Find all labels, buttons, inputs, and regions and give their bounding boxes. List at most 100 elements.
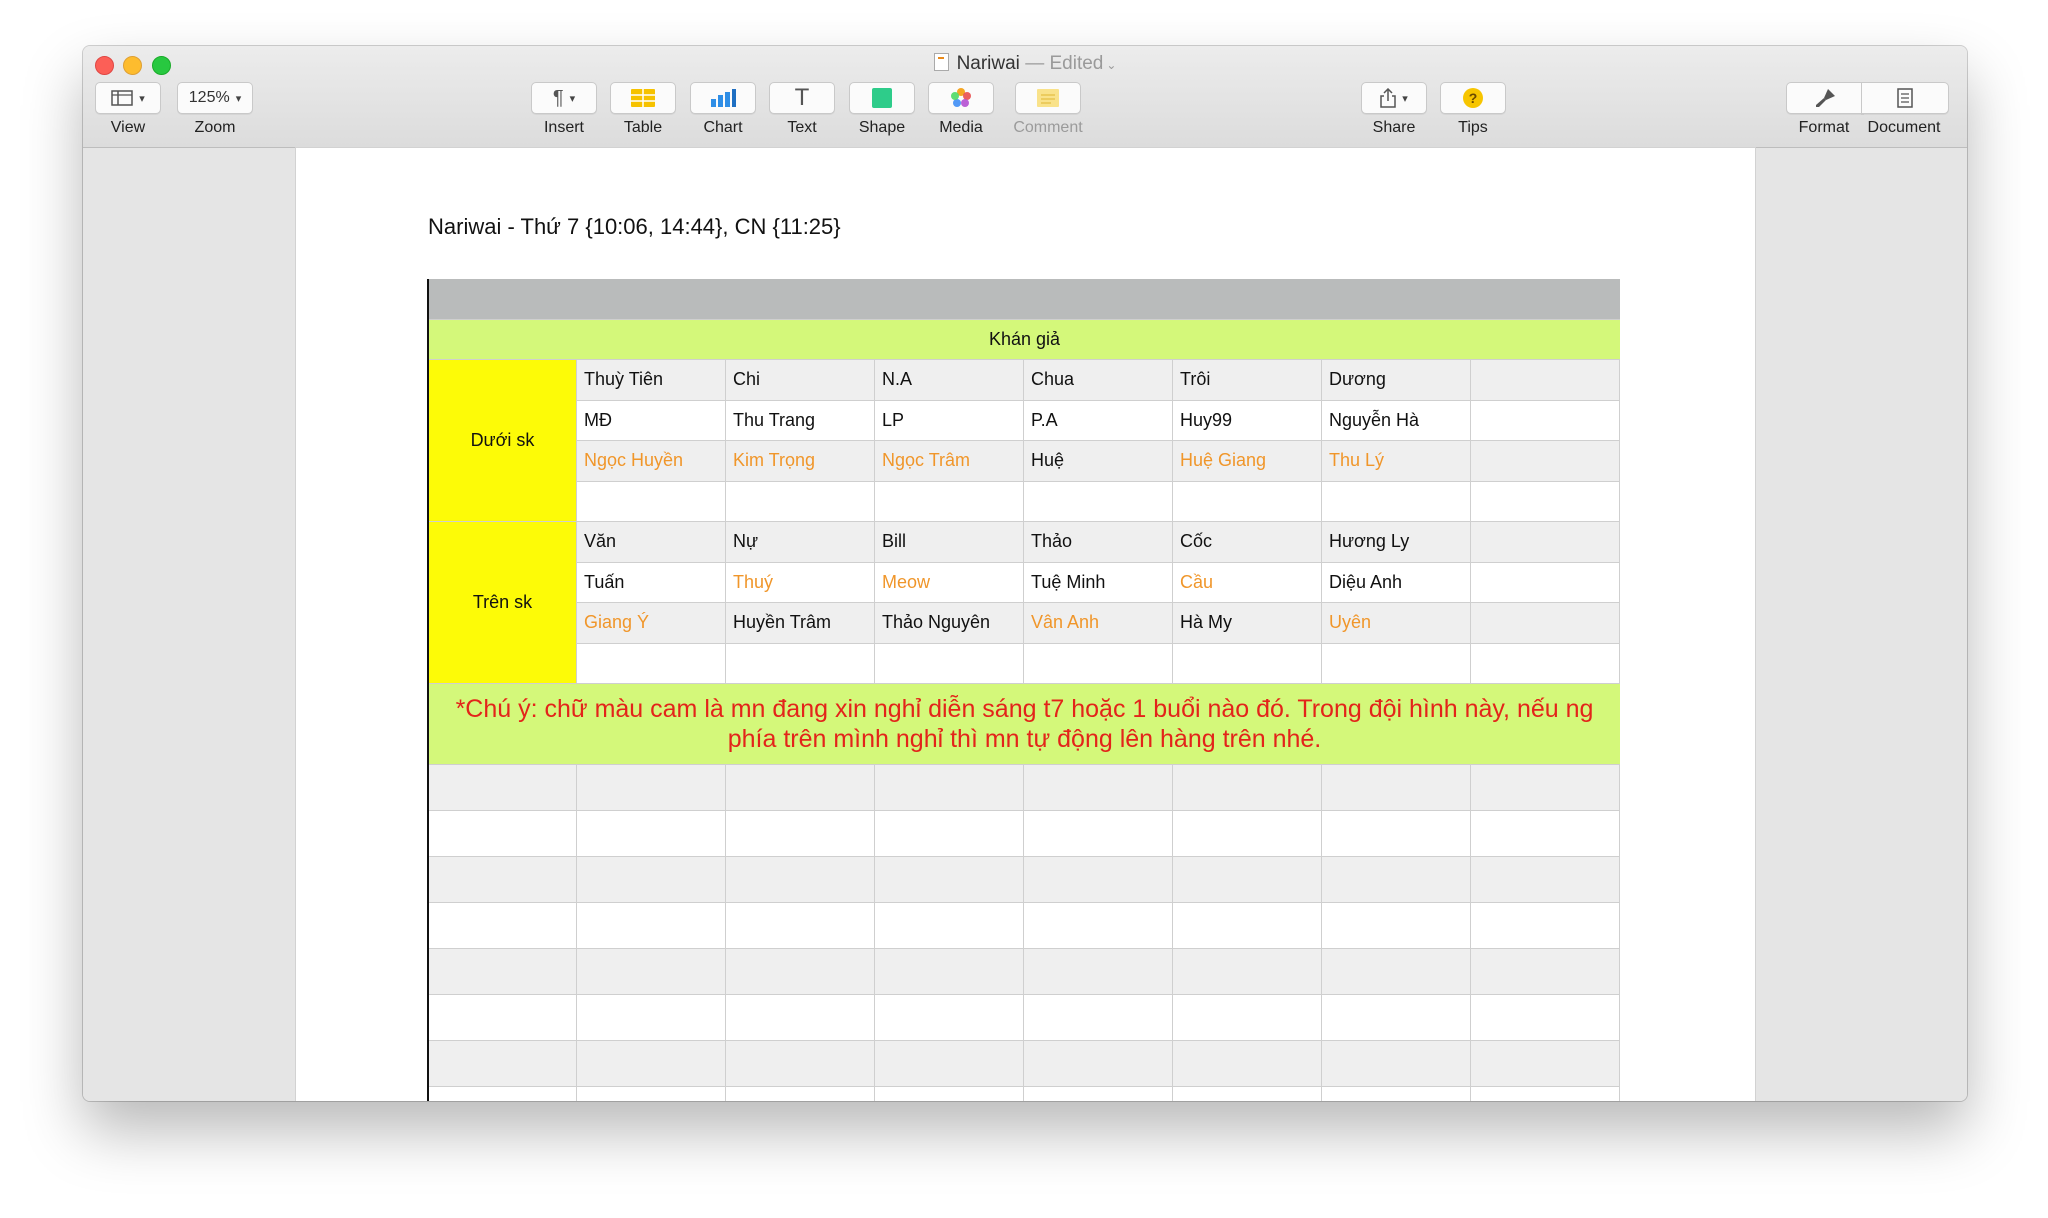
table-cell[interactable] — [726, 1041, 875, 1086]
table-cell[interactable]: P.A — [1024, 400, 1173, 440]
table-cell[interactable] — [1173, 765, 1322, 810]
zoom-tool[interactable]: 125% ▾ Zoom — [177, 82, 253, 137]
table-cell[interactable]: Thảo Nguyên — [875, 603, 1024, 643]
table-cell[interactable] — [875, 481, 1024, 521]
table-cell[interactable] — [577, 765, 726, 810]
table-cell[interactable] — [429, 995, 577, 1040]
window-title[interactable]: Nariwai — Edited ⌄ — [83, 53, 1967, 75]
table-cell[interactable] — [577, 1087, 726, 1101]
table-note[interactable]: *Chú ý: chữ màu cam là mn đang xin nghỉ … — [429, 684, 1620, 765]
table-cell[interactable]: Chi — [726, 360, 875, 400]
table-row[interactable] — [429, 1041, 1620, 1087]
table-cell[interactable] — [726, 481, 875, 521]
table-cell[interactable] — [1322, 903, 1471, 948]
share-tool[interactable]: ▾ Share — [1361, 82, 1427, 137]
table-cell[interactable] — [875, 1087, 1024, 1101]
document-heading[interactable]: Nariwai - Thứ 7 {10:06, 14:44}, CN {11:2… — [428, 214, 841, 240]
table-cell[interactable] — [429, 903, 577, 948]
table-cell[interactable] — [429, 949, 577, 994]
table-cell[interactable] — [1471, 811, 1620, 856]
table-row[interactable] — [577, 481, 1620, 522]
table-cell[interactable]: Thảo — [1024, 522, 1173, 562]
table-cell[interactable] — [1024, 765, 1173, 810]
table-cell[interactable] — [1173, 481, 1322, 521]
table-cell[interactable]: Cầu — [1173, 562, 1322, 602]
zoom-select[interactable]: 125% ▾ — [177, 82, 253, 114]
table-cell[interactable] — [1322, 1087, 1471, 1101]
table-cell[interactable] — [1173, 995, 1322, 1040]
table-cell[interactable]: Thu Lý — [1322, 441, 1471, 481]
shape-tool[interactable]: Shape — [849, 82, 915, 137]
table-cell[interactable] — [875, 643, 1024, 683]
table-cell[interactable] — [1471, 903, 1620, 948]
table-cell[interactable] — [1024, 949, 1173, 994]
table-cell[interactable] — [726, 811, 875, 856]
table-cell[interactable]: Meow — [875, 562, 1024, 602]
table-cell[interactable] — [1471, 522, 1620, 562]
table-cell[interactable] — [429, 1087, 577, 1101]
table-row[interactable] — [429, 1087, 1620, 1101]
media-button[interactable] — [928, 82, 994, 114]
table-cell[interactable] — [1173, 903, 1322, 948]
group-label-cell[interactable]: Trên sk — [429, 522, 577, 684]
table-cell[interactable] — [1471, 603, 1620, 643]
table-cell[interactable] — [1024, 643, 1173, 683]
table-cell[interactable]: Thu Trang — [726, 400, 875, 440]
table-cell[interactable] — [1024, 903, 1173, 948]
table-cell[interactable] — [1173, 811, 1322, 856]
section-header-khan-gia[interactable]: Khán giả — [429, 320, 1620, 360]
table-cell[interactable] — [1322, 811, 1471, 856]
table-cell[interactable]: Tuệ Minh — [1024, 562, 1173, 602]
table-cell[interactable]: Hà My — [1173, 603, 1322, 643]
table-cell[interactable] — [1322, 1041, 1471, 1086]
table-header-row[interactable] — [429, 279, 1620, 320]
table-cell[interactable]: Huệ — [1024, 441, 1173, 481]
table-row[interactable] — [429, 765, 1620, 811]
table-row[interactable]: Tuấn Thuý Meow Tuệ Minh Cầu Diệu Anh — [577, 562, 1620, 603]
table-row[interactable] — [429, 811, 1620, 857]
table-cell[interactable]: Nguyễn Hà — [1322, 400, 1471, 440]
table-cell[interactable] — [1471, 481, 1620, 521]
tips-tool[interactable]: ? Tips — [1440, 82, 1506, 137]
table-cell[interactable] — [875, 949, 1024, 994]
table-cell[interactable] — [1322, 481, 1471, 521]
table-cell[interactable]: Văn — [577, 522, 726, 562]
table-cell[interactable] — [875, 995, 1024, 1040]
table-cell[interactable] — [1471, 643, 1620, 683]
format-tool[interactable]: Format — [1786, 82, 1864, 137]
table-cell[interactable] — [726, 765, 875, 810]
document-page[interactable]: Nariwai - Thứ 7 {10:06, 14:44}, CN {11:2… — [296, 148, 1755, 1101]
table-row[interactable] — [429, 903, 1620, 949]
table-cell[interactable] — [577, 857, 726, 902]
text-button[interactable]: T — [769, 82, 835, 114]
table-cell[interactable] — [1024, 1041, 1173, 1086]
table-row[interactable]: Ngọc Huyền Kim Trọng Ngọc Trâm Huệ Huệ Giang… — [577, 441, 1620, 482]
table-cell[interactable] — [577, 903, 726, 948]
table-cell[interactable]: Trôi — [1173, 360, 1322, 400]
table-row[interactable]: Thuỳ Tiên Chi N.A Chua Trôi Dương — [577, 360, 1620, 401]
table-cell[interactable]: Hương Ly — [1322, 522, 1471, 562]
table-cell[interactable] — [1173, 949, 1322, 994]
table-cell[interactable] — [1471, 857, 1620, 902]
table-cell[interactable] — [1173, 857, 1322, 902]
document-tool[interactable]: Document — [1861, 82, 1949, 137]
table-cell[interactable]: Kim Trọng — [726, 441, 875, 481]
table-cell[interactable]: Ngọc Trâm — [875, 441, 1024, 481]
table-cell[interactable]: Thuý — [726, 562, 875, 602]
table-cell[interactable] — [1471, 360, 1620, 400]
insert-tool[interactable]: ¶ ▾ Insert — [531, 82, 597, 137]
table-row[interactable] — [429, 857, 1620, 903]
table-cell[interactable] — [875, 811, 1024, 856]
table-row[interactable] — [429, 949, 1620, 995]
table-cell[interactable] — [1173, 643, 1322, 683]
table-cell[interactable] — [1471, 949, 1620, 994]
table[interactable]: Khán giả Dưới sk Thuỳ Tiên Chi N.A Chua Trôi D… — [427, 279, 1620, 1101]
shape-button[interactable] — [849, 82, 915, 114]
chart-tool[interactable]: Chart — [690, 82, 756, 137]
format-button[interactable] — [1786, 82, 1864, 114]
table-cell[interactable] — [1173, 1087, 1322, 1101]
text-tool[interactable]: T Text — [769, 82, 835, 137]
media-tool[interactable]: Media — [928, 82, 994, 137]
table-cell[interactable] — [875, 857, 1024, 902]
table-cell[interactable] — [1173, 1041, 1322, 1086]
